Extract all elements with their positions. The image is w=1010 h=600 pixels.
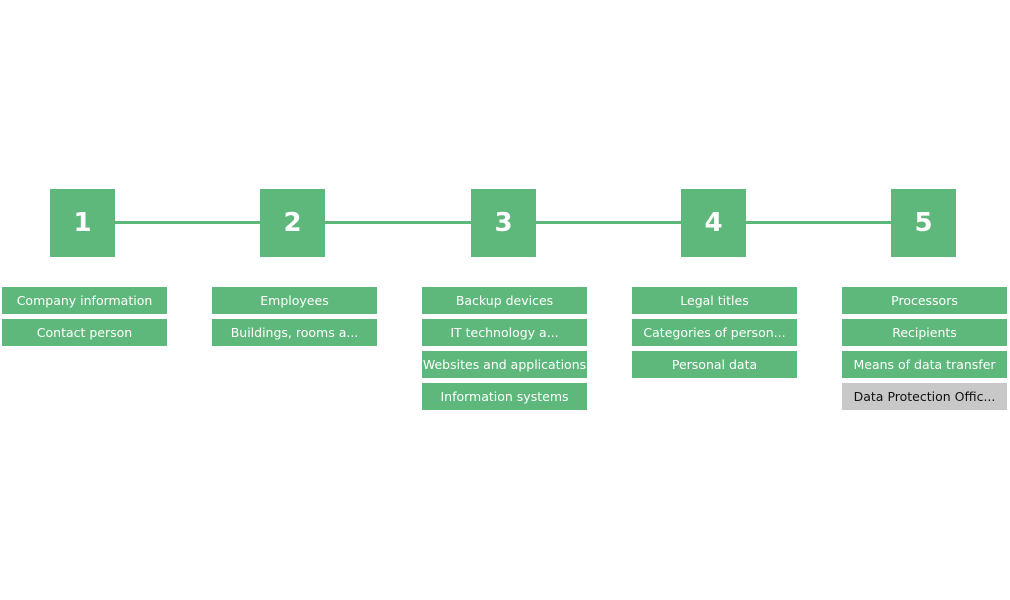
step-4-items: Legal titles Categories of person... Per… xyxy=(632,287,797,378)
step-connector-4-5 xyxy=(746,221,892,224)
item-buildings-rooms[interactable]: Buildings, rooms a... xyxy=(212,319,377,346)
item-data-protection-officer[interactable]: Data Protection Offic... xyxy=(842,383,1007,410)
item-backup-devices[interactable]: Backup devices xyxy=(422,287,587,314)
step-4[interactable]: 4 xyxy=(681,189,746,257)
item-company-information[interactable]: Company information xyxy=(2,287,167,314)
item-it-technology[interactable]: IT technology a... xyxy=(422,319,587,346)
step-3-items: Backup devices IT technology a... Websit… xyxy=(422,287,587,410)
step-1-items: Company information Contact person xyxy=(2,287,167,346)
item-information-systems[interactable]: Information systems xyxy=(422,383,587,410)
step-3[interactable]: 3 xyxy=(471,189,536,257)
item-categories-personal[interactable]: Categories of person... xyxy=(632,319,797,346)
step-2[interactable]: 2 xyxy=(260,189,325,257)
step-connector-1-2 xyxy=(115,221,261,224)
item-contact-person[interactable]: Contact person xyxy=(2,319,167,346)
item-websites-applications[interactable]: Websites and applications xyxy=(422,351,587,378)
step-2-items: Employees Buildings, rooms a... xyxy=(212,287,377,346)
item-legal-titles[interactable]: Legal titles xyxy=(632,287,797,314)
step-1[interactable]: 1 xyxy=(50,189,115,257)
step-5-items: Processors Recipients Means of data tran… xyxy=(842,287,1007,410)
step-connector-3-4 xyxy=(536,221,682,224)
step-connector-2-3 xyxy=(325,221,471,224)
item-personal-data[interactable]: Personal data xyxy=(632,351,797,378)
step-5[interactable]: 5 xyxy=(891,189,956,257)
item-employees[interactable]: Employees xyxy=(212,287,377,314)
item-means-data-transfer[interactable]: Means of data transfer xyxy=(842,351,1007,378)
item-recipients[interactable]: Recipients xyxy=(842,319,1007,346)
item-processors[interactable]: Processors xyxy=(842,287,1007,314)
